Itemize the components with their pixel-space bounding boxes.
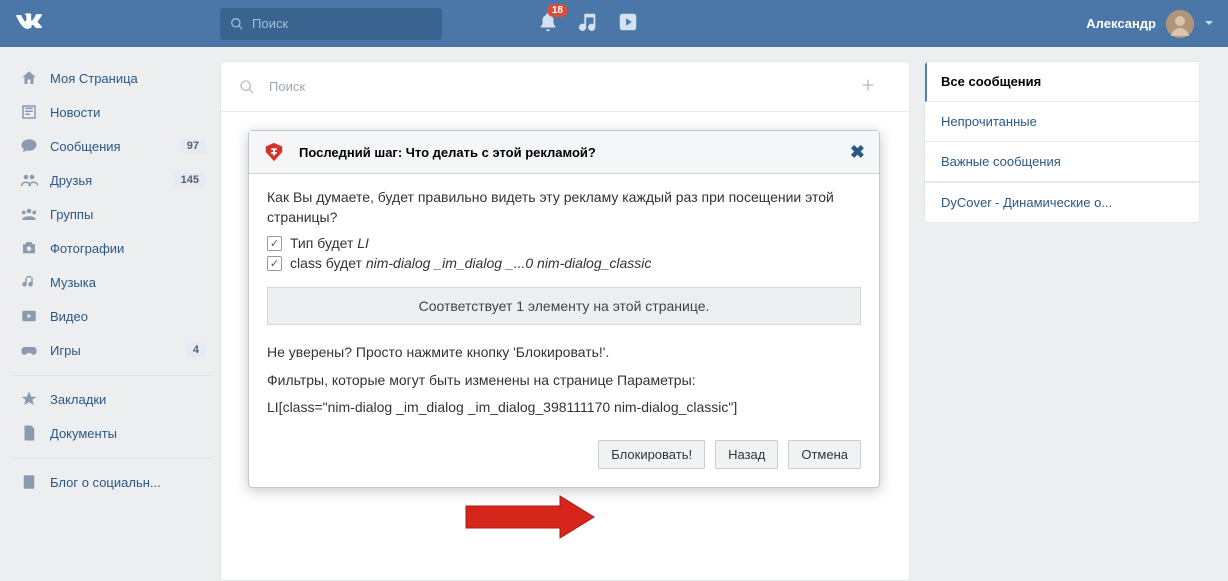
annotation-arrow-icon — [460, 494, 600, 543]
left-sidebar: Моя Страница Новости Сообщения 97 Друзья… — [0, 47, 220, 581]
sidebar-label: Музыка — [50, 275, 96, 290]
sidebar-label: Документы — [50, 426, 117, 441]
close-button[interactable]: ✖ — [850, 143, 865, 161]
dialog-intro: Как Вы думаете, будет правильно видеть э… — [267, 188, 861, 227]
sidebar-item-blog[interactable]: Блог о социальн... — [12, 465, 212, 499]
adblock-dialog: Последний шаг: Что делать с этой рекламо… — [248, 130, 880, 488]
dialog-title: Последний шаг: Что делать с этой рекламо… — [299, 145, 596, 160]
dialog-filters-heading: Фильтры, которые могут быть изменены на … — [267, 371, 861, 391]
sidebar-label: Друзья — [50, 173, 92, 188]
sidebar-label: Закладки — [50, 392, 106, 407]
back-button[interactable]: Назад — [715, 440, 778, 469]
badge: 145 — [174, 173, 206, 187]
username: Александр — [1086, 16, 1156, 31]
shield-icon — [263, 141, 285, 163]
avatar — [1166, 10, 1194, 38]
note-icon — [18, 273, 40, 291]
home-icon — [18, 69, 40, 87]
checkbox-label: Тип будет LI — [290, 235, 369, 251]
checkbox-row-type[interactable]: ✓ Тип будет LI — [267, 235, 861, 251]
groups-icon — [18, 205, 40, 223]
messages-search-input[interactable] — [269, 79, 859, 94]
play-icon — [617, 11, 639, 33]
header-bar: 18 Александр — [0, 0, 1228, 47]
chevron-down-icon — [1204, 16, 1214, 31]
dialog-unsure: Не уверены? Просто нажмите кнопку 'Блоки… — [267, 343, 861, 363]
music-header-icon[interactable] — [577, 11, 599, 36]
header-search-input[interactable] — [252, 16, 432, 31]
sidebar-label: Видео — [50, 309, 88, 324]
search-icon — [239, 79, 255, 95]
camera-icon — [18, 239, 40, 257]
header-icons: 18 — [537, 11, 639, 36]
sidebar-separator — [12, 458, 212, 459]
tab-all-messages[interactable]: Все сообщения — [925, 62, 1199, 102]
search-icon — [230, 17, 244, 31]
checkbox-row-class[interactable]: ✓ class будет nim-dialog _im_dialog _...… — [267, 255, 861, 271]
sidebar-label: Блог о социальн... — [50, 475, 161, 490]
gamepad-icon — [18, 341, 40, 359]
page-icon — [18, 473, 40, 491]
new-message-button[interactable] — [859, 76, 891, 97]
tab-dycover[interactable]: DyCover - Динамические о... — [925, 183, 1199, 222]
match-info: Соответствует 1 элементу на этой страниц… — [267, 287, 861, 325]
user-menu[interactable]: Александр — [1086, 10, 1214, 38]
checkbox-icon[interactable]: ✓ — [267, 256, 282, 271]
sidebar-item-photos[interactable]: Фотографии — [12, 231, 212, 265]
vk-logo-icon[interactable] — [14, 8, 42, 39]
sidebar-label: Игры — [50, 343, 81, 358]
dialog-filters-value: LI[class="nim-dialog _im_dialog _im_dial… — [267, 398, 861, 418]
tab-important[interactable]: Важные сообщения — [925, 142, 1199, 182]
badge: 97 — [180, 139, 206, 153]
badge: 4 — [186, 343, 206, 357]
sidebar-label: Группы — [50, 207, 93, 222]
video-icon — [18, 307, 40, 325]
sidebar-item-music[interactable]: Музыка — [12, 265, 212, 299]
dialog-body: Как Вы думаете, будет правильно видеть э… — [249, 174, 879, 487]
sidebar-item-groups[interactable]: Группы — [12, 197, 212, 231]
star-icon — [18, 390, 40, 408]
news-icon — [18, 103, 40, 121]
sidebar-item-video[interactable]: Видео — [12, 299, 212, 333]
friends-icon — [18, 171, 40, 189]
sidebar-label: Фотографии — [50, 241, 124, 256]
sidebar-item-my-page[interactable]: Моя Страница — [12, 61, 212, 95]
tab-unread[interactable]: Непрочитанные — [925, 102, 1199, 142]
sidebar-item-bookmarks[interactable]: Закладки — [12, 382, 212, 416]
block-button[interactable]: Блокировать! — [598, 440, 705, 469]
sidebar-label: Новости — [50, 105, 100, 120]
sidebar-item-messages[interactable]: Сообщения 97 — [12, 129, 212, 163]
notification-bell[interactable]: 18 — [537, 11, 559, 36]
messages-filter-box: Все сообщения Непрочитанные Важные сообщ… — [924, 61, 1200, 223]
sidebar-item-friends[interactable]: Друзья 145 — [12, 163, 212, 197]
checkbox-label: class будет nim-dialog _im_dialog _...0 … — [290, 255, 651, 271]
cancel-button[interactable]: Отмена — [788, 440, 861, 469]
sidebar-label: Сообщения — [50, 139, 121, 154]
play-header-icon[interactable] — [617, 11, 639, 36]
sidebar-item-games[interactable]: Игры 4 — [12, 333, 212, 367]
sidebar-item-documents[interactable]: Документы — [12, 416, 212, 450]
sidebar-label: Моя Страница — [50, 71, 138, 86]
sidebar-item-news[interactable]: Новости — [12, 95, 212, 129]
messages-search-bar — [221, 62, 909, 112]
document-icon — [18, 424, 40, 442]
music-icon — [577, 11, 599, 33]
notification-badge: 18 — [547, 4, 568, 17]
dialog-actions: Блокировать! Назад Отмена — [267, 440, 861, 469]
messages-icon — [18, 137, 40, 155]
dialog-header: Последний шаг: Что делать с этой рекламо… — [249, 131, 879, 174]
checkbox-icon[interactable]: ✓ — [267, 236, 282, 251]
sidebar-separator — [12, 375, 212, 376]
header-search[interactable] — [220, 8, 442, 40]
